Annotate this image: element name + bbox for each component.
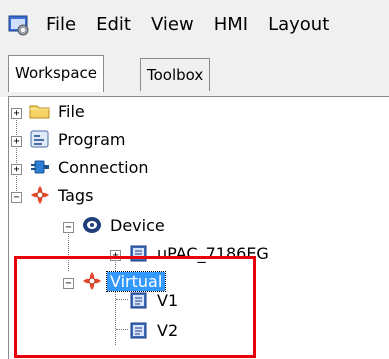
menu-layout[interactable]: Layout <box>258 12 339 38</box>
app-icon <box>8 14 30 36</box>
connection-icon <box>29 156 51 178</box>
tree-label: Tags <box>58 185 94 205</box>
tree-item-file[interactable]: File <box>29 97 88 125</box>
tab-workspace[interactable]: Workspace <box>8 55 104 92</box>
menu-edit[interactable]: Edit <box>86 12 141 38</box>
workspace-tree: + File + Program + Connection − Tags − D… <box>8 96 389 359</box>
tree-item-program[interactable]: Program <box>29 125 129 153</box>
expand-toggle-connection[interactable]: + <box>11 164 22 175</box>
tags-icon <box>81 270 103 292</box>
tree-item-upac[interactable]: uPAC_7186EG <box>128 239 272 267</box>
tree-line <box>116 299 128 300</box>
tag-item-icon <box>128 319 150 341</box>
expand-toggle-virtual[interactable]: − <box>63 278 74 289</box>
tree-label: Connection <box>58 157 149 177</box>
tree-label: Program <box>58 129 126 149</box>
expand-toggle-tags[interactable]: − <box>11 192 22 203</box>
tab-strip: Workspace Toolbox <box>0 50 389 97</box>
expand-toggle-upac[interactable]: + <box>110 250 121 261</box>
tree-label: V1 <box>157 290 179 310</box>
expand-toggle-device[interactable]: − <box>63 222 74 233</box>
tree-line <box>116 329 128 330</box>
menu-file[interactable]: File <box>36 12 86 38</box>
tree-item-tags[interactable]: Tags <box>29 181 96 209</box>
device-icon <box>81 214 103 236</box>
tree-line <box>68 227 69 271</box>
menu-hmi[interactable]: HMI <box>204 12 258 38</box>
tree-item-connection[interactable]: Connection <box>29 153 152 181</box>
tree-line <box>16 111 17 199</box>
tree-label: V2 <box>157 320 179 340</box>
tab-toolbox[interactable]: Toolbox <box>140 58 211 91</box>
menu-bar: File Edit View HMI Layout <box>0 0 389 50</box>
tag-item-icon <box>128 242 150 264</box>
tag-item-icon <box>128 289 150 311</box>
menu-view[interactable]: View <box>141 12 204 38</box>
tree-label: uPAC_7186EG <box>157 243 269 263</box>
tree-item-v1[interactable]: V1 <box>128 286 181 314</box>
tree-label: Device <box>110 215 165 235</box>
tree-label: File <box>58 101 85 121</box>
tree-item-v2[interactable]: V2 <box>128 316 181 344</box>
expand-toggle-program[interactable]: + <box>11 136 22 147</box>
program-icon <box>29 128 51 150</box>
folder-icon <box>29 100 51 122</box>
tags-icon <box>29 184 51 206</box>
expand-toggle-file[interactable]: + <box>11 108 22 119</box>
tree-item-device[interactable]: Device <box>81 211 168 239</box>
